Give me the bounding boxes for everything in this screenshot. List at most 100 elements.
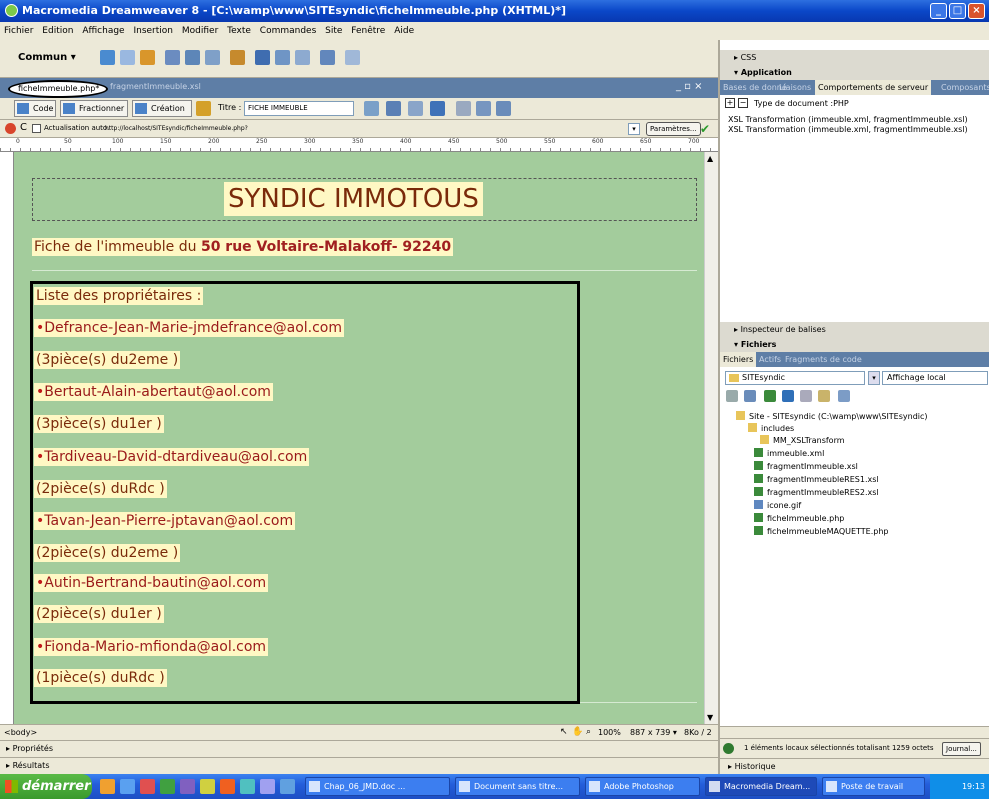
tab-files[interactable]: Fichiers (720, 352, 757, 367)
application-panel-header[interactable]: ▾ Application (720, 65, 989, 80)
quicklaunch-icon[interactable] (100, 779, 115, 794)
results-panel-header[interactable]: ▸ Résultats (0, 757, 718, 774)
check-in-icon[interactable] (818, 390, 830, 402)
expand-icon[interactable] (838, 390, 850, 402)
canvas-scrollbar[interactable]: ▲ ▼ (704, 152, 718, 724)
quicklaunch-icon[interactable] (160, 779, 175, 794)
menu-edition[interactable]: Edition (42, 26, 73, 36)
taskbar-my-computer[interactable]: Poste de travail (822, 777, 925, 796)
document-window-controls[interactable]: _ ▫ × (676, 81, 703, 92)
tag-inspector-header[interactable]: ▸ Inspecteur de balises (720, 322, 989, 337)
menu-aide[interactable]: Aide (394, 26, 414, 36)
layer-icon[interactable] (185, 50, 200, 65)
live-data-icon[interactable] (196, 101, 211, 116)
page-title-input[interactable]: FICHE IMMEUBLE (244, 101, 354, 116)
scroll-down-arrow[interactable]: ▼ (707, 713, 713, 722)
url-field[interactable]: http://localhost/SITEsyndic/ficheImmeubl… (105, 123, 625, 135)
taskbar-photoshop[interactable]: Adobe Photoshop (585, 777, 700, 796)
code-view-button[interactable]: Code (14, 100, 56, 117)
site-select-arrow[interactable]: ▾ (868, 371, 880, 385)
file-management-icon[interactable] (364, 101, 379, 116)
taskbar-dreamweaver[interactable]: Macromedia Dream... (705, 777, 817, 796)
tab-components[interactable]: Composants (938, 80, 989, 95)
files-horizontal-scrollbar[interactable] (720, 726, 989, 738)
url-dropdown-arrow[interactable]: ▾ (628, 123, 640, 135)
tree-item-folder[interactable]: MM_XSLTransform (760, 435, 845, 446)
menu-fichier[interactable]: Fichier (4, 26, 33, 36)
image-icon[interactable] (205, 50, 220, 65)
quicklaunch-icon[interactable] (260, 779, 275, 794)
menu-fenetre[interactable]: Fenêtre (351, 26, 385, 36)
menu-texte[interactable]: Texte (227, 26, 251, 36)
tree-item-file[interactable]: icone.gif (754, 500, 801, 511)
apply-check-icon[interactable]: ✔ (700, 122, 710, 136)
quicklaunch-icon[interactable] (120, 779, 135, 794)
history-panel-header[interactable]: ▸ Historique (720, 758, 989, 774)
refresh-design-icon[interactable] (408, 101, 423, 116)
date-icon[interactable] (255, 50, 270, 65)
zoom-level[interactable]: 100% (598, 725, 621, 740)
menu-commandes[interactable]: Commandes (260, 26, 316, 36)
tab-snippets[interactable]: Fragments de code (782, 352, 865, 367)
named-anchor-icon[interactable] (140, 50, 155, 65)
visual-aids-icon[interactable] (496, 101, 511, 116)
tag-chooser-icon[interactable] (320, 50, 335, 65)
maximize-button[interactable]: □ (949, 3, 966, 19)
insert-category-select[interactable]: Commun ▾ (18, 52, 76, 63)
table-icon[interactable] (165, 50, 180, 65)
tab-assets[interactable]: Actifs (756, 352, 784, 367)
tree-item-folder[interactable]: includes (748, 423, 794, 434)
media-icon[interactable] (230, 50, 245, 65)
hand-tool-icon[interactable]: ✋ (572, 725, 583, 740)
refresh-icon[interactable]: C (20, 122, 27, 133)
auto-refresh-checkbox[interactable] (32, 124, 41, 133)
quicklaunch-icon[interactable] (180, 779, 195, 794)
refresh-icon[interactable] (456, 101, 471, 116)
parameters-button[interactable]: Paramètres... (646, 122, 701, 136)
email-link-icon[interactable] (120, 50, 135, 65)
zoom-tool-icon[interactable]: ⌕ (586, 725, 591, 740)
tree-item-site[interactable]: Site - SITEsyndic (C:\wamp\www\SITEsyndi… (736, 411, 928, 422)
server-behavior-item[interactable]: XSL Transformation (immeuble.xml, fragme… (728, 115, 968, 125)
menu-modifier[interactable]: Modifier (182, 26, 218, 36)
quicklaunch-icon[interactable] (140, 779, 155, 794)
close-button[interactable]: × (968, 3, 985, 19)
menu-affichage[interactable]: Affichage (82, 26, 124, 36)
tree-item-file[interactable]: immeuble.xml (754, 448, 824, 459)
body-tag[interactable]: <body> (4, 728, 37, 737)
site-select[interactable]: SITEsyndic (725, 371, 865, 385)
window-size-select[interactable]: 887 x 739 ▾ (630, 725, 677, 740)
quicklaunch-icon[interactable] (220, 779, 235, 794)
select-tool-icon[interactable]: ↖ (560, 725, 568, 740)
tree-item-file[interactable]: ficheImmeuble.php (754, 513, 844, 524)
add-behavior-button[interactable]: + (725, 98, 735, 108)
remove-behavior-button[interactable]: − (738, 98, 748, 108)
split-view-button[interactable]: Fractionner (60, 100, 128, 117)
hyperlink-icon[interactable] (100, 50, 115, 65)
preview-icon[interactable] (386, 101, 401, 116)
tab-server-behaviors[interactable]: Comportements de serveur (815, 80, 932, 95)
design-view-button[interactable]: Création (132, 100, 192, 117)
quicklaunch-icon[interactable] (200, 779, 215, 794)
view-select[interactable]: Affichage local (882, 371, 988, 385)
comment-icon[interactable] (275, 50, 290, 65)
journal-button[interactable]: Journal... (942, 742, 981, 756)
menu-insertion[interactable]: Insertion (133, 26, 173, 36)
tree-item-file[interactable]: fragmentImmeubleRES1.xsl (754, 474, 879, 485)
menu-site[interactable]: Site (325, 26, 342, 36)
tree-item-file[interactable]: fragmentImmeuble.xsl (754, 461, 858, 472)
quicklaunch-icon[interactable] (240, 779, 255, 794)
check-out-icon[interactable] (800, 390, 812, 402)
minimize-button[interactable]: _ (930, 3, 947, 19)
scroll-up-arrow[interactable]: ▲ (707, 154, 713, 163)
properties-panel-header[interactable]: ▸ Propriétés (0, 740, 718, 757)
tree-item-file[interactable]: ficheImmeubleMAQUETTE.php (754, 526, 889, 537)
connect-icon[interactable] (726, 390, 738, 402)
view-options-icon[interactable] (476, 101, 491, 116)
get-files-icon[interactable] (764, 390, 776, 402)
start-button[interactable]: démarrer (0, 774, 92, 799)
templates-icon[interactable] (295, 50, 310, 65)
refresh-icon[interactable] (744, 390, 756, 402)
files-panel-header[interactable]: ▾ Fichiers (720, 337, 989, 352)
head-icon[interactable] (345, 50, 360, 65)
